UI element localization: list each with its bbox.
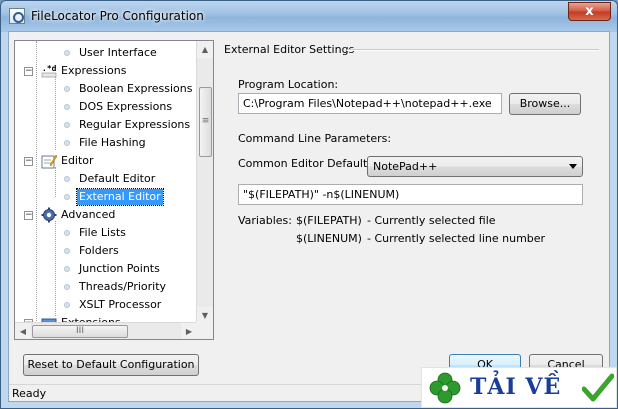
variable-description: - Currently selected line number xyxy=(367,232,546,245)
tree-line xyxy=(36,41,37,339)
program-location-input[interactable]: C:\Program Files\Notepad++\notepad++.exe xyxy=(238,93,502,114)
section-divider xyxy=(347,49,599,51)
tree-vertical-scrollbar[interactable]: ▲ ≡ ▼ xyxy=(196,41,213,324)
watermark-text: TẢI VỀ xyxy=(470,374,562,400)
title-bar[interactable]: FileLocator Pro Configuration x xyxy=(1,1,617,31)
variable-name: $(FILEPATH) xyxy=(296,214,362,227)
bullet-icon xyxy=(64,248,70,254)
editor-defaults-dropdown[interactable]: NotePad++ xyxy=(367,156,583,177)
clover-icon xyxy=(429,372,461,404)
regex-icon: .*d xyxy=(41,64,57,78)
command-line-params-input[interactable]: "$(FILEPATH)" -n$(LINENUM) xyxy=(238,184,583,205)
horizontal-scroll-thumb[interactable]: III xyxy=(32,325,128,338)
watermark-logo: TẢI VỀ xyxy=(421,367,617,408)
collapse-icon[interactable]: − xyxy=(24,67,33,76)
checkmark-icon xyxy=(582,373,614,402)
bullet-icon xyxy=(64,284,70,290)
gear-icon xyxy=(41,207,57,223)
tree-horizontal-scrollbar[interactable]: ◀ III ▶ xyxy=(15,322,197,339)
scroll-left-arrow-icon[interactable]: ◀ xyxy=(15,323,31,339)
program-location-label: Program Location: xyxy=(238,78,339,91)
bullet-icon xyxy=(64,230,70,236)
tree-line xyxy=(55,221,56,316)
scroll-up-arrow-icon[interactable]: ▲ xyxy=(197,41,213,58)
bullet-icon xyxy=(64,302,70,308)
bullet-icon xyxy=(64,86,70,92)
bullet-icon xyxy=(64,104,70,110)
client-area: User Interface − .*d Expressions Boolean… xyxy=(8,31,610,402)
window-title: FileLocator Pro Configuration xyxy=(31,9,204,23)
scrollbar-corner xyxy=(196,322,213,339)
bullet-icon xyxy=(64,266,70,272)
variable-description: - Currently selected file xyxy=(367,214,496,227)
svg-text:.*d: .*d xyxy=(42,64,57,73)
scroll-right-arrow-icon[interactable]: ▶ xyxy=(181,323,197,339)
editor-icon xyxy=(41,154,57,169)
editor-defaults-label: Common Editor Defaults: xyxy=(238,157,377,170)
cmdline-label: Command Line Parameters: xyxy=(238,132,392,145)
bullet-icon xyxy=(64,176,70,182)
close-button[interactable]: x xyxy=(568,2,611,21)
bullet-icon xyxy=(64,50,70,56)
collapse-icon[interactable]: − xyxy=(24,157,33,166)
tree-line xyxy=(55,167,56,197)
collapse-icon[interactable]: − xyxy=(24,211,33,220)
chevron-down-icon xyxy=(569,164,577,169)
app-icon xyxy=(9,8,25,24)
bullet-icon xyxy=(64,140,70,146)
config-window: FileLocator Pro Configuration x User Int… xyxy=(0,0,618,409)
variables-label: Variables: xyxy=(238,214,292,227)
bullet-icon xyxy=(64,194,70,200)
status-text: Ready xyxy=(12,387,47,400)
editor-defaults-value: NotePad++ xyxy=(373,160,438,173)
bullet-icon xyxy=(64,122,70,128)
tree-line xyxy=(55,77,56,150)
settings-tree: User Interface − .*d Expressions Boolean… xyxy=(14,40,214,340)
reset-config-button[interactable]: Reset to Default Configuration xyxy=(23,354,199,376)
scroll-thumb[interactable]: ≡ xyxy=(199,87,212,157)
section-title: External Editor Settings xyxy=(224,43,355,56)
browse-button[interactable]: Browse... xyxy=(509,93,581,115)
variable-name: $(LINENUM) xyxy=(296,232,362,245)
